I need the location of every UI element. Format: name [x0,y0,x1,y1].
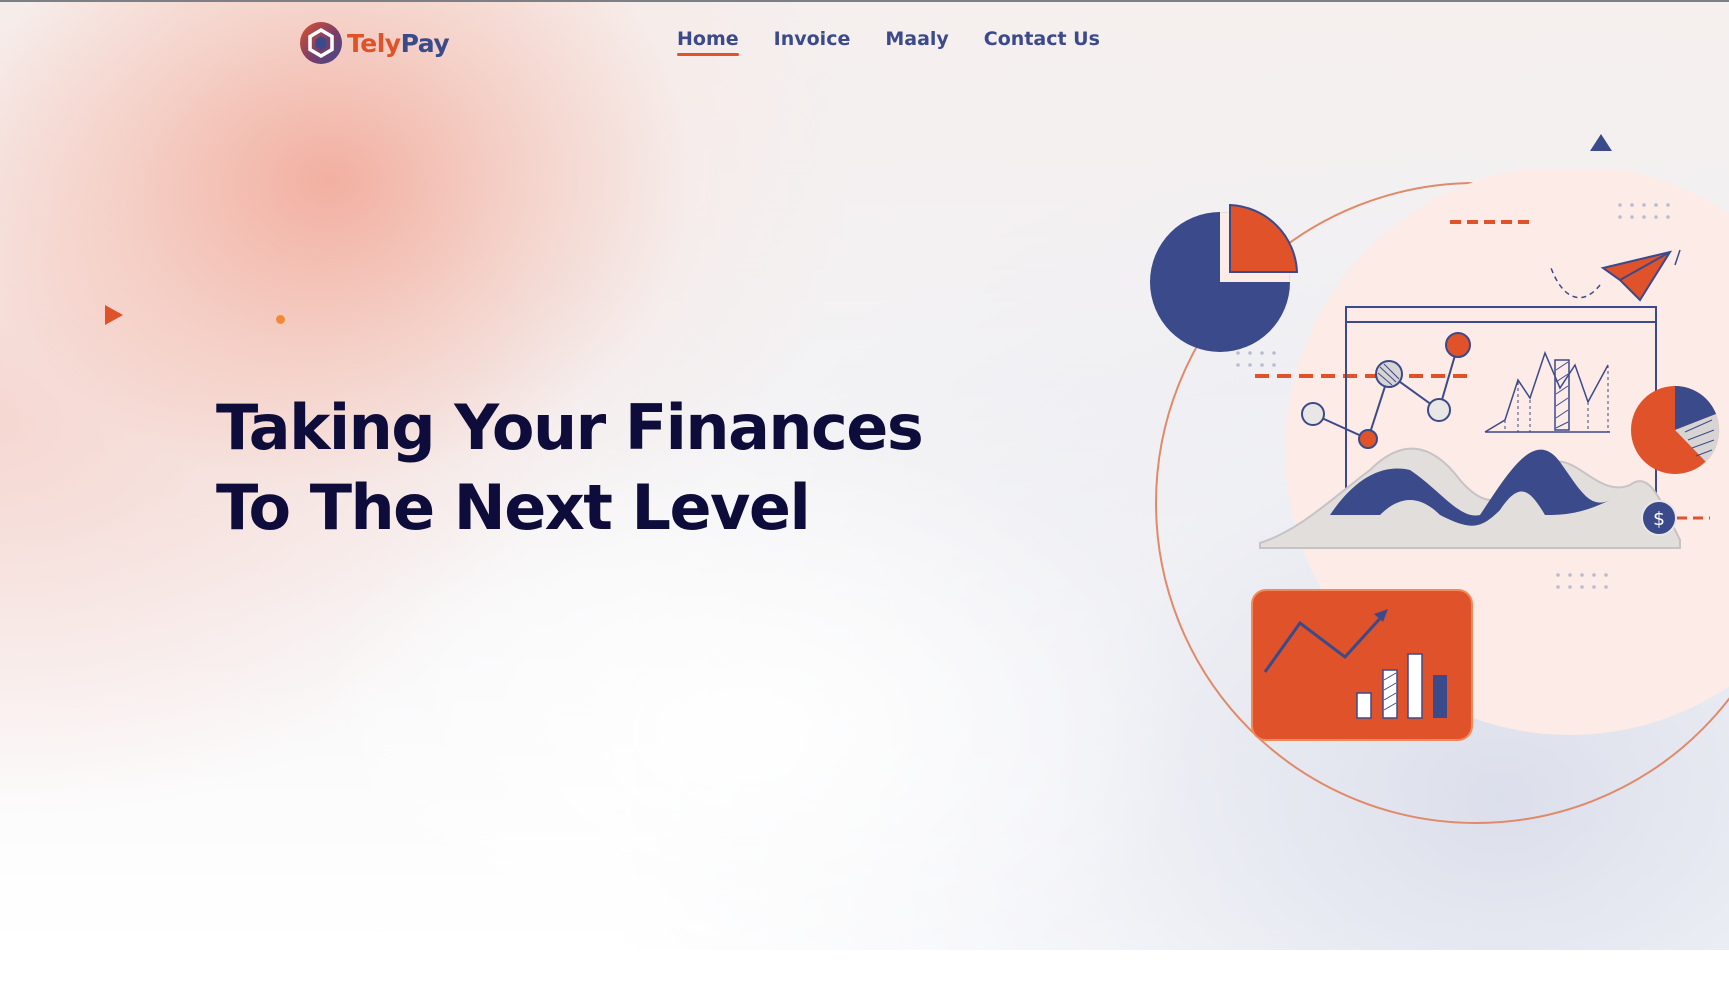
hero-section: TelyPay Home Invoice Maaly Contact Us Ta… [0,0,1729,950]
decor-triangle-icon [105,305,123,325]
pie-chart-small-icon [1631,386,1720,474]
headline-line-1: Taking Your Finances [216,391,924,464]
brand-name-part1: Tely [347,28,401,58]
top-border [0,0,1729,2]
hero-headline: Taking Your Finances To The Next Level [216,388,924,548]
svg-text:$: $ [1653,508,1665,530]
finance-illustration: $ [1150,170,1729,824]
nav-maaly[interactable]: Maaly [885,28,948,56]
decor-triangle-blue-icon [1590,134,1612,151]
nav-contact-us[interactable]: Contact Us [984,28,1100,56]
decor-dot [276,315,285,324]
nav-home[interactable]: Home [677,28,739,56]
page-bottom [0,950,1729,1001]
nav-invoice[interactable]: Invoice [774,28,851,56]
brand-name: TelyPay [347,28,450,58]
brand-logo[interactable]: TelyPay [299,21,450,65]
hexagon-logo-icon [300,22,342,64]
brand-name-part2: Pay [400,28,450,58]
bar-chart-card-icon [1251,589,1473,741]
pie-chart-icon [1150,203,1299,352]
headline-line-2: To The Next Level [216,471,811,544]
main-nav: Home Invoice Maaly Contact Us [677,28,1135,56]
dollar-coin-icon: $ [1641,500,1677,536]
